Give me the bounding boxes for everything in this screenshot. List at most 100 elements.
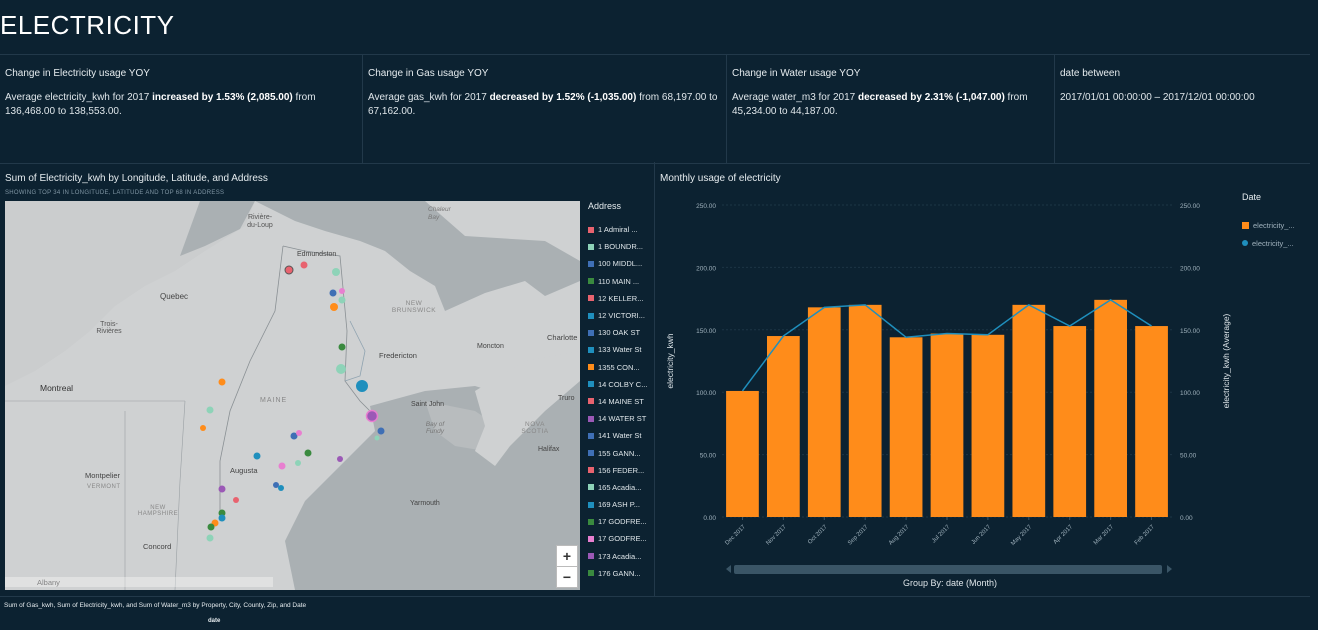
x-tick-label: Oct 2017	[807, 524, 829, 546]
legend-item[interactable]: 17 GODFRE...	[588, 530, 654, 547]
legend-item[interactable]: 14 COLBY C...	[588, 376, 654, 393]
legend-item[interactable]: 141 Water St	[588, 427, 654, 444]
y2-axis-label: electricity_kwh (Average)	[1221, 313, 1231, 408]
zoom-in-button[interactable]: +	[556, 545, 578, 567]
legend-item[interactable]: 110 MAIN ...	[588, 273, 654, 290]
bar	[767, 336, 800, 517]
legend-item[interactable]: 1 Admiral ...	[588, 221, 654, 238]
bar	[1053, 326, 1087, 517]
legend-item[interactable]: 176 GANN...	[588, 565, 654, 582]
kpi-body: Average electricity_kwh for 2017 increas…	[5, 92, 316, 117]
legend-item[interactable]: 169 ASH P...	[588, 496, 654, 513]
x-tick-label: Sep 2017	[847, 524, 870, 547]
kpi-water[interactable]: Change in Water usage YOY Average water_…	[727, 55, 1055, 163]
legend-label: 1355 CON...	[598, 362, 640, 372]
y2-tick-label: 200.00	[1180, 265, 1200, 272]
map-marker	[233, 497, 239, 503]
map-marker	[218, 485, 226, 493]
map-panel-title: Sum of Electricity_kwh by Longitude, Lat…	[5, 173, 268, 184]
group-by-label[interactable]: Group By: date (Month)	[855, 578, 1045, 588]
legend-item[interactable]: 133 Water St	[588, 341, 654, 358]
bar	[848, 304, 882, 517]
legend-swatch	[588, 432, 594, 439]
legend-item[interactable]: 14 MAINE ST	[588, 393, 654, 410]
map-marker	[332, 268, 340, 276]
kpi-electricity[interactable]: Change in Electricity usage YOY Average …	[0, 55, 363, 163]
map-marker	[336, 364, 346, 374]
map-marker	[218, 514, 226, 522]
zoom-out-button[interactable]: −	[556, 566, 578, 588]
legend-item[interactable]: 156 FEDER...	[588, 462, 654, 479]
legend-swatch	[588, 243, 594, 250]
kpi-body: 2017/01/01 00:00:00 – 2017/12/01 00:00:0…	[1060, 92, 1255, 103]
map-marker	[295, 460, 301, 466]
chart-legend-item-bar[interactable]: electricity_...	[1242, 216, 1295, 234]
map-marker	[338, 296, 346, 304]
legend-label: 14 COLBY C...	[598, 379, 648, 389]
map-marker	[273, 482, 279, 488]
map-marker	[337, 456, 343, 462]
legend-label: 14 WATER ST	[598, 414, 647, 424]
legend-label: 100 MIDDL...	[598, 259, 643, 269]
chart-scrollbar[interactable]	[734, 565, 1162, 574]
legend-swatch	[588, 535, 594, 542]
kpi-body: Average water_m3 for 2017 decreased by 2…	[732, 92, 1028, 117]
y-tick-label: 0.00	[703, 515, 716, 522]
legend-label: 156 FEDER...	[598, 465, 645, 475]
table-panel: Sum of Gas_kwh, Sum of Electricity_kwh, …	[0, 596, 1310, 630]
scroll-left-icon[interactable]	[726, 565, 731, 573]
map-marker	[296, 430, 302, 436]
legend-swatch	[588, 260, 594, 267]
legend-item[interactable]: 165 Acadia...	[588, 479, 654, 496]
legend-label: 12 KELLER...	[598, 293, 644, 303]
map-legend: Address 1 Admiral ... 1 BOUNDR... 100 MIDD…	[588, 201, 654, 582]
legend-item[interactable]: 155 GANN...	[588, 444, 654, 461]
y-tick-label: 250.00	[696, 203, 716, 210]
table-panel-title: Sum of Gas_kwh, Sum of Electricity_kwh, …	[4, 602, 307, 609]
legend-item[interactable]: 17 GODFRE...	[588, 513, 654, 530]
x-tick-label: Apr 2017	[1053, 524, 1075, 546]
map-marker	[300, 261, 308, 269]
map-panel-subtitle: SHOWING TOP 34 IN LONGITUDE, LATITUDE AN…	[5, 190, 225, 196]
x-tick-label: Dec 2017	[724, 524, 747, 547]
legend-swatch	[588, 467, 594, 474]
legend-item[interactable]: 1355 CON...	[588, 359, 654, 376]
scroll-right-icon[interactable]	[1167, 565, 1172, 573]
map-marker	[338, 343, 346, 351]
legend-item[interactable]: 1 BOUNDR...	[588, 238, 654, 255]
bar	[930, 333, 964, 517]
x-tick-label: Feb 2017	[1134, 524, 1157, 547]
bar	[1135, 326, 1168, 517]
legend-item[interactable]: 12 VICTORI...	[588, 307, 654, 324]
electricity-chart[interactable]: 0.00 0.00 50.00 50.00 100.00 100.00 150.00 150.…	[655, 162, 1255, 592]
x-tick-label: Jul 2017	[931, 524, 952, 545]
legend-item[interactable]: 14 WATER ST	[588, 410, 654, 427]
x-tick-label: May 2017	[1010, 524, 1033, 547]
y2-tick-label: 150.00	[1180, 328, 1200, 335]
map-marker	[278, 462, 286, 470]
table-column-header[interactable]: date	[208, 618, 220, 624]
legend-swatch	[588, 226, 594, 233]
page-title: ELECTRICITY	[0, 10, 175, 40]
legend-label: 165 Acadia...	[598, 482, 642, 492]
legend-swatch	[588, 312, 594, 319]
map-markers	[200, 261, 385, 542]
y-tick-label: 200.00	[696, 265, 716, 272]
map-canvas[interactable]: Rivière-du-Loup Chaleur Bay Edmundston Q…	[5, 201, 580, 590]
legend-item[interactable]: 130 OAK ST	[588, 324, 654, 341]
kpi-date-range[interactable]: date between 2017/01/01 00:00:00 – 2017/…	[1055, 55, 1310, 163]
kpi-gas[interactable]: Change in Gas usage YOY Average gas_kwh …	[363, 55, 727, 163]
legend-item[interactable]: 12 KELLER...	[588, 290, 654, 307]
legend-item[interactable]: 173 Acadia...	[588, 548, 654, 565]
legend-swatch	[588, 450, 594, 457]
legend-title: Address	[588, 201, 622, 211]
kpi-row: Change in Electricity usage YOY Average …	[0, 54, 1310, 164]
kpi-title: Change in Water usage YOY	[732, 68, 861, 79]
map-marker	[253, 452, 261, 460]
map-marker	[377, 427, 385, 435]
kpi-body: Average gas_kwh for 2017 decreased by 1.…	[368, 92, 718, 117]
legend-swatch	[588, 553, 594, 560]
chart-legend-item-line[interactable]: electricity_...	[1242, 234, 1295, 252]
bar	[807, 307, 841, 517]
legend-item[interactable]: 100 MIDDL...	[588, 255, 654, 272]
